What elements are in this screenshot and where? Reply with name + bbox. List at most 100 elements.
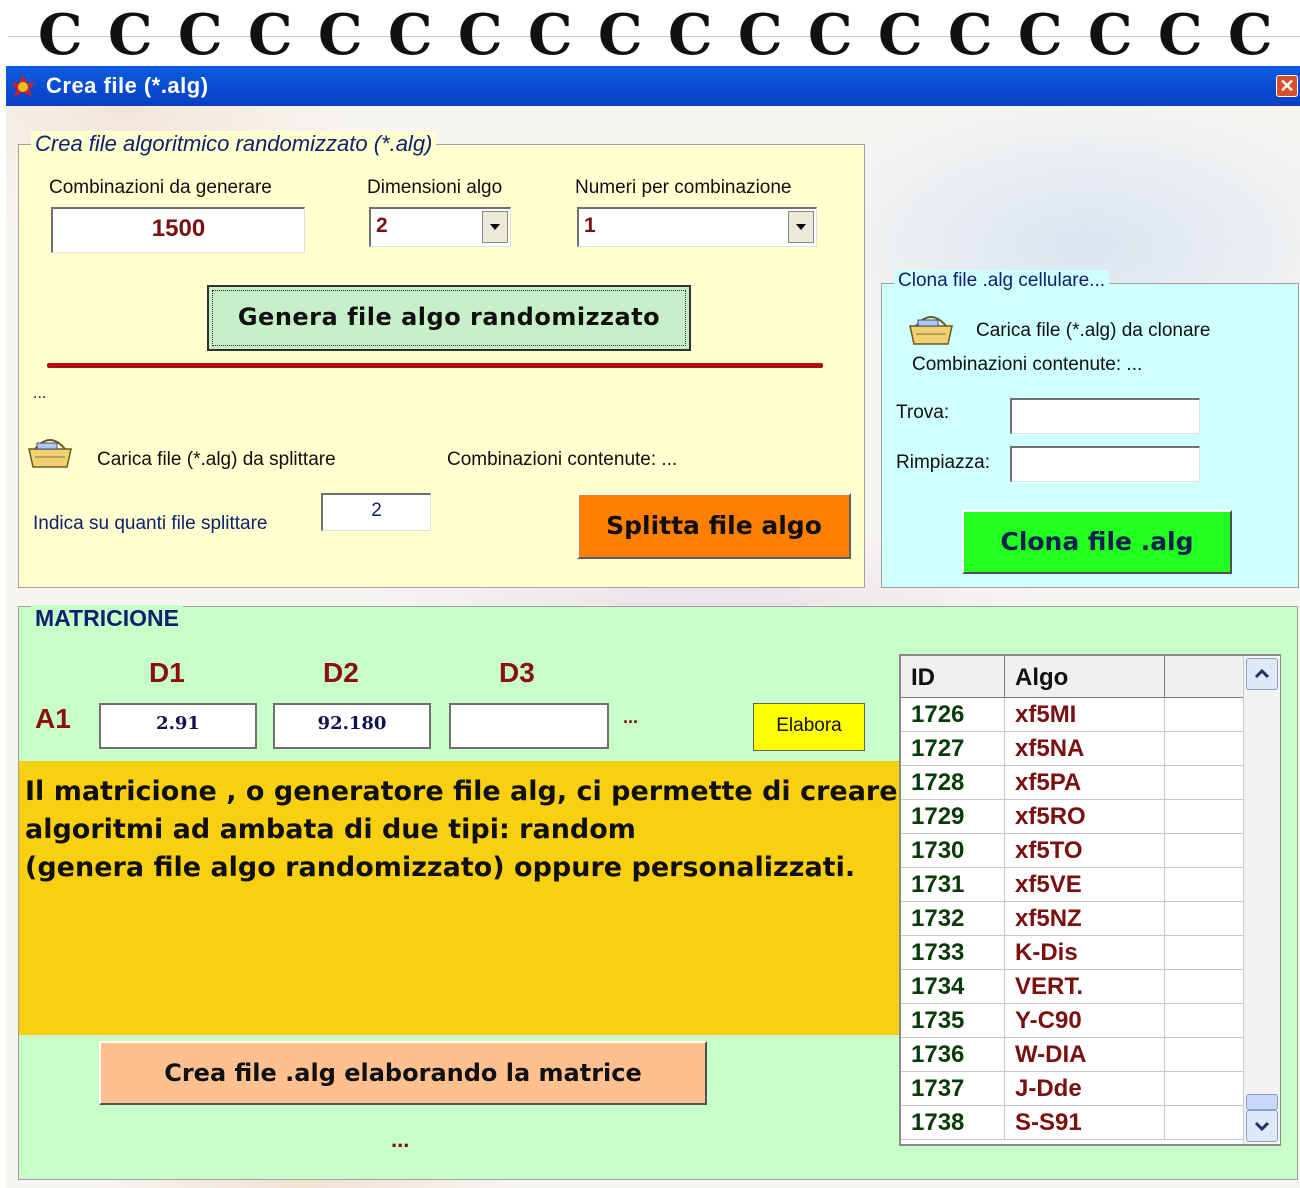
replace-label: Rimpiazza:	[896, 452, 990, 473]
info-box: Il matricione , o generatore file alg, c…	[19, 761, 903, 1035]
chevron-up-icon[interactable]	[1246, 658, 1278, 690]
row-algo: W-DIA	[1005, 1038, 1165, 1072]
row-id: 1738	[901, 1106, 1005, 1140]
combinations-label: Combinazioni da generare	[49, 177, 272, 198]
numbers-select[interactable]: 1	[577, 207, 817, 247]
row-id: 1728	[901, 766, 1005, 800]
row-algo: VERT.	[1005, 970, 1165, 1004]
clone-panel: Clona file .alg cellulare... Carica file…	[881, 270, 1299, 588]
table-row[interactable]: 1738 S-S91	[901, 1106, 1243, 1140]
row-algo: xf5MI	[1005, 698, 1165, 732]
chevron-down-icon[interactable]	[788, 211, 814, 243]
notebook-ring-icon: C	[108, 2, 153, 68]
notebook-ring-icon: C	[1018, 2, 1063, 68]
row-id: 1734	[901, 970, 1005, 1004]
random-status-text: ...	[33, 385, 47, 402]
generate-random-button[interactable]: Genera file algo randomizzato	[207, 285, 691, 351]
basket-icon[interactable]	[906, 312, 956, 346]
table-row[interactable]: 1737 J-Dde	[901, 1072, 1243, 1106]
info-line-3: (genera file algo randomizzato) oppure p…	[25, 852, 856, 883]
grid-header: ID Algo	[901, 656, 1243, 698]
table-row[interactable]: 1732 xf5NZ	[901, 902, 1243, 936]
row-id: 1735	[901, 1004, 1005, 1038]
create-file-button[interactable]: Crea file .alg elaborando la matrice	[99, 1041, 707, 1105]
close-icon[interactable]: ✕	[1276, 75, 1298, 97]
column-header-d1: D1	[149, 657, 185, 688]
load-split-label[interactable]: Carica file (*.alg) da splittare	[97, 449, 336, 471]
process-button[interactable]: Elabora	[753, 703, 865, 751]
table-row[interactable]: 1734 VERT.	[901, 970, 1243, 1004]
numbers-value: 1	[584, 214, 596, 237]
clone-combinations-label: Combinazioni contenute: ...	[912, 354, 1143, 375]
column-header-d2: D2	[323, 657, 359, 688]
notebook-ring-icon: C	[178, 2, 223, 68]
split-button[interactable]: Splitta file algo	[577, 493, 851, 559]
clone-button[interactable]: Clona file .alg	[962, 510, 1232, 574]
notebook-ring-icon: C	[1228, 2, 1273, 68]
row-algo: xf5VE	[1005, 868, 1165, 902]
table-row[interactable]: 1728 xf5PA	[901, 766, 1243, 800]
chevron-down-icon[interactable]	[1246, 1110, 1278, 1142]
window-title: Crea file (*.alg)	[46, 73, 209, 98]
notebook-ring-icon: C	[878, 2, 923, 68]
find-label: Trova:	[896, 402, 950, 423]
row-algo: xf5TO	[1005, 834, 1165, 868]
matrix-cell-d1[interactable]: 2.91	[99, 703, 257, 749]
matrix-status-text: ...	[391, 1127, 410, 1152]
panel-legend: MATRICIONE	[31, 605, 183, 632]
table-row[interactable]: 1726 xf5MI	[901, 698, 1243, 732]
matrix-cell-d2[interactable]: 92.180	[273, 703, 431, 749]
row-id: 1730	[901, 834, 1005, 868]
combinations-value: 1500	[151, 215, 206, 242]
scroll-thumb[interactable]	[1246, 1094, 1278, 1110]
basket-icon[interactable]	[25, 435, 75, 469]
row-algo: xf5PA	[1005, 766, 1165, 800]
table-row[interactable]: 1735 Y-C90	[901, 1004, 1243, 1038]
notebook-ring-icon: C	[948, 2, 993, 68]
split-combinations-label: Combinazioni contenute: ...	[447, 449, 678, 470]
row-header-a1: A1	[35, 703, 71, 734]
notebook-ring-icon: C	[738, 2, 783, 68]
column-header-d3: D3	[499, 657, 535, 688]
title-bar[interactable]: Crea file (*.alg) ✕	[6, 66, 1300, 106]
app-icon	[11, 75, 35, 97]
row-id: 1731	[901, 868, 1005, 902]
notebook-ring-icon: C	[668, 2, 713, 68]
notebook-ring-icon: C	[1158, 2, 1203, 68]
table-row[interactable]: 1727 xf5NA	[901, 732, 1243, 766]
row-id: 1727	[901, 732, 1005, 766]
notebook-ring-icon: C	[38, 2, 83, 68]
grid-header-id[interactable]: ID	[901, 656, 1005, 698]
dimensions-label: Dimensioni algo	[367, 177, 503, 198]
table-row[interactable]: 1729 xf5RO	[901, 800, 1243, 834]
dimensions-value: 2	[376, 214, 388, 237]
random-generator-panel: Crea file algoritmico randomizzato (*.al…	[18, 131, 865, 588]
chevron-down-icon[interactable]	[482, 211, 508, 243]
row-algo: J-Dde	[1005, 1072, 1165, 1106]
table-row[interactable]: 1736 W-DIA	[901, 1038, 1243, 1072]
dimensions-select[interactable]: 2	[369, 207, 511, 247]
panel-legend: Crea file algoritmico randomizzato (*.al…	[31, 131, 437, 157]
row-id: 1729	[901, 800, 1005, 834]
find-input[interactable]	[1010, 398, 1200, 434]
matrix-cell-d3[interactable]	[449, 703, 609, 749]
grid-scrollbar[interactable]	[1243, 656, 1280, 1144]
table-row[interactable]: 1730 xf5TO	[901, 834, 1243, 868]
row-id: 1732	[901, 902, 1005, 936]
notebook-ring-icon: C	[808, 2, 853, 68]
split-count-value: 2	[371, 500, 382, 521]
clone-load-label[interactable]: Carica file (*.alg) da clonare	[976, 320, 1210, 342]
info-line-2: algoritmi ad ambata di due tipi: random	[25, 814, 636, 845]
combinations-input[interactable]: 1500	[51, 207, 305, 253]
grid-header-algo[interactable]: Algo	[1005, 656, 1165, 698]
notebook-ring-icon: C	[598, 2, 643, 68]
info-line-1: Il matricione , o generatore file alg, c…	[25, 776, 898, 807]
grid-header-empty	[1165, 656, 1243, 698]
row-id: 1726	[901, 698, 1005, 732]
replace-input[interactable]	[1010, 446, 1200, 482]
notebook-ring-icon: C	[1088, 2, 1133, 68]
split-count-input[interactable]: 2	[321, 493, 431, 531]
table-row[interactable]: 1733 K-Dis	[901, 936, 1243, 970]
algo-grid[interactable]: ID Algo 1726 xf5MI 1727 xf5NA 1728 xf5PA 1729 x…	[899, 654, 1281, 1146]
table-row[interactable]: 1731 xf5VE	[901, 868, 1243, 902]
